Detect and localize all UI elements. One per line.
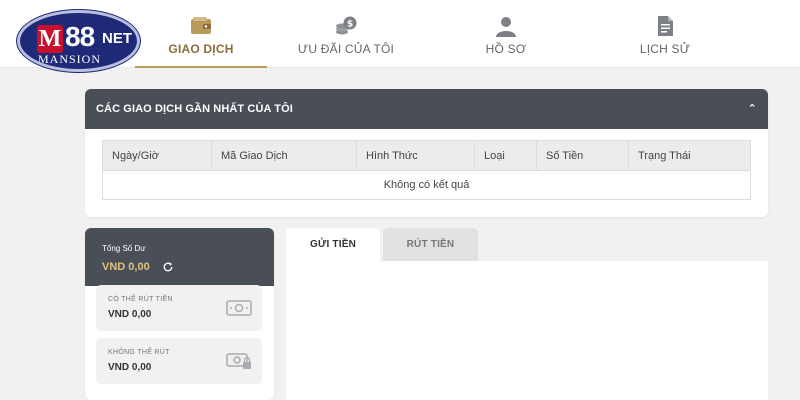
refresh-icon[interactable] (162, 261, 174, 273)
total-balance-label: Tổng Số Dư (102, 244, 146, 253)
top-navigation: M 88 NET MANSION GIAO DỊCH $ ƯU ĐÃI CỦA … (0, 0, 800, 72)
table-header-row: Ngày/Giờ Mã Giao Dịch Hình Thức Loại Số … (102, 140, 751, 171)
transactions-table: Ngày/Giờ Mã Giao Dịch Hình Thức Loại Số … (102, 140, 751, 200)
logo-mansion-text: MANSION (38, 52, 102, 66)
nav-label-transactions: GIAO DỊCH (168, 42, 234, 56)
non-withdrawable-balance: KHÔNG THỂ RÚT VND 0,00 (96, 338, 262, 384)
tab-deposit[interactable]: GỬI TIỀN (286, 228, 380, 262)
recent-transactions-header[interactable]: CÁC GIAO DỊCH GẦN NHẤT CỦA TÔI ⌃ (85, 89, 768, 129)
column-header-type: Loại (474, 140, 537, 171)
logo-mark: M 88 NET MANSION (20, 13, 137, 69)
table-row: Không có kết quả (102, 170, 751, 200)
nav-item-history[interactable]: LỊCH SỬ (605, 0, 725, 68)
column-header-transaction-id: Mã Giao Dịch (211, 140, 357, 171)
total-balance-value: VND 0,00 (102, 261, 150, 273)
nav-label-promotions: ƯU ĐÃI CỦA TÔI (297, 42, 395, 56)
balance-card: Tổng Số Dư VND 0,00 CÓ THỂ RÚT TIỀN VND … (85, 228, 274, 400)
tab-withdraw[interactable]: RÚT TIỀN (383, 228, 478, 262)
nav-label-history: LỊCH SỬ (639, 42, 691, 56)
logo-m-letter: M (37, 25, 63, 53)
locked-cash-icon (226, 353, 251, 369)
coins-icon: $ (336, 16, 357, 35)
withdrawable-value: VND 0,00 (108, 309, 152, 320)
svg-text:$: $ (347, 20, 353, 30)
nav-item-promotions[interactable]: $ ƯU ĐÃI CỦA TÔI (285, 0, 407, 68)
recent-transactions-panel: CÁC GIAO DỊCH GẦN NHẤT CỦA TÔI ⌃ Ngày/Gi… (85, 89, 768, 217)
document-icon (658, 16, 673, 36)
non-withdrawable-label: KHÔNG THỂ RÚT (108, 349, 170, 356)
wallet-icon (191, 17, 211, 34)
total-balance-section: Tổng Số Dư VND 0,00 (85, 228, 274, 286)
chevron-up-icon[interactable]: ⌃ (748, 89, 757, 129)
tab-content-panel (286, 261, 768, 400)
column-header-datetime: Ngày/Giờ (102, 140, 212, 171)
logo-net-text: NET (102, 30, 132, 47)
withdrawable-label: CÓ THỂ RÚT TIỀN (108, 296, 173, 303)
user-icon (496, 17, 516, 37)
empty-results-text: Không có kết quả (102, 170, 751, 200)
brand-logo[interactable]: M 88 NET MANSION (17, 10, 140, 72)
non-withdrawable-value: VND 0,00 (108, 362, 152, 373)
nav-item-profile[interactable]: HỒ SƠ (446, 0, 566, 68)
recent-transactions-title: CÁC GIAO DỊCH GẦN NHẤT CỦA TÔI (96, 103, 293, 115)
withdrawable-balance: CÓ THỂ RÚT TIỀN VND 0,00 (96, 285, 262, 331)
column-header-amount: Số Tiền (536, 140, 629, 171)
column-header-status: Trạng Thái (628, 140, 751, 171)
logo-88-text: 88 (65, 21, 95, 52)
nav-item-transactions[interactable]: GIAO DỊCH (135, 0, 267, 68)
nav-label-profile: HỒ SƠ (485, 42, 527, 56)
column-header-method: Hình Thức (356, 140, 475, 171)
cash-icon (226, 300, 252, 316)
